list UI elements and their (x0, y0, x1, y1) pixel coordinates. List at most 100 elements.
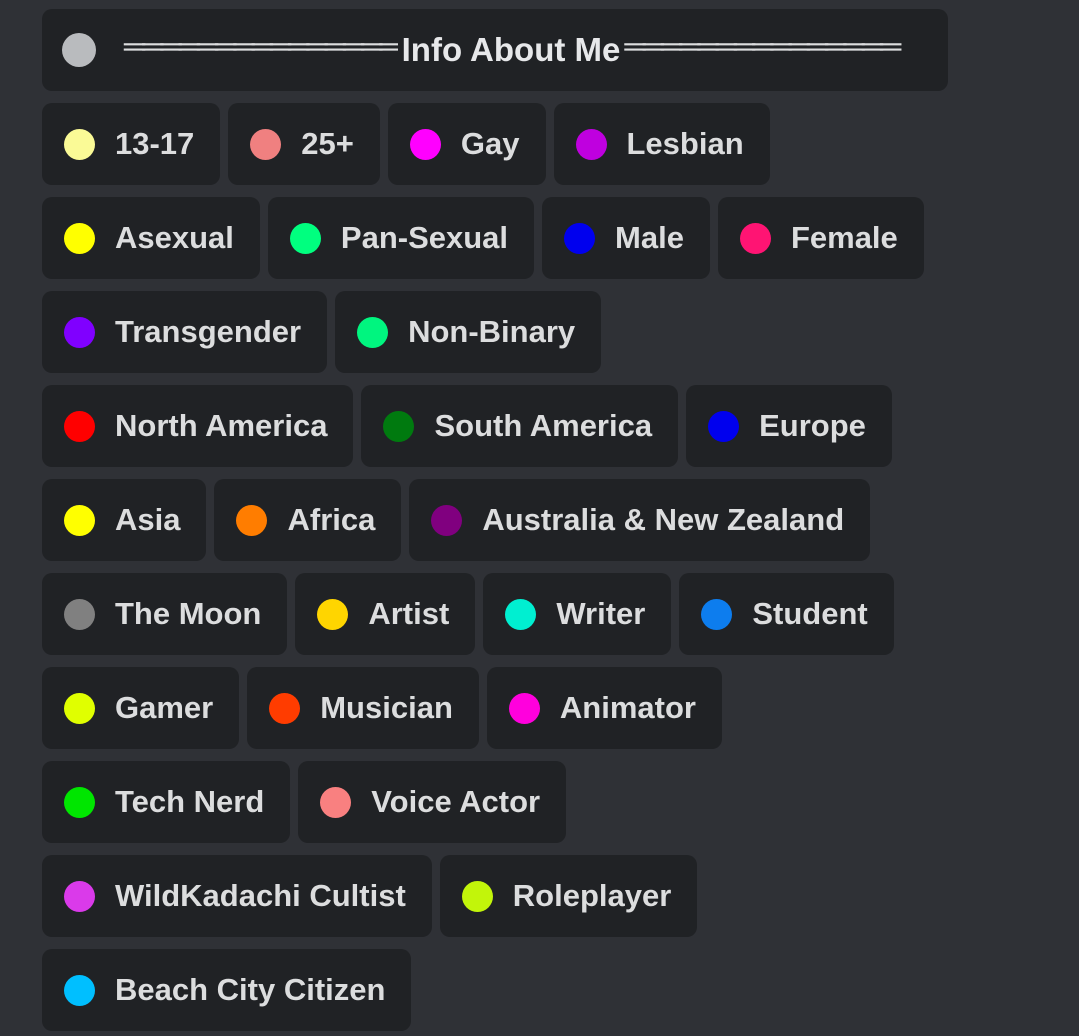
role-badge[interactable]: Pan-Sexual (267, 197, 535, 279)
role-badge[interactable]: Asia (42, 479, 207, 561)
role-badge[interactable]: Student (679, 573, 894, 655)
role-badge-label: Musician (320, 689, 453, 725)
panel-header: ═══════════════ Info About Me ══════════… (42, 9, 948, 91)
role-color-dot-icon (289, 222, 321, 254)
role-badge-label: Writer (556, 595, 646, 631)
role-badge[interactable]: Gamer (42, 667, 240, 749)
role-color-dot-icon (64, 128, 95, 160)
role-color-dot-icon (508, 692, 540, 724)
role-badge-label: Europe (759, 407, 866, 443)
badge-row: Tech Nerd Voice Actor (42, 761, 1079, 843)
role-badge[interactable]: Writer (483, 573, 672, 655)
page-title: Info About Me (401, 31, 621, 68)
info-about-me-panel: ═══════════════ Info About Me ══════════… (0, 0, 1079, 1031)
role-color-dot-icon (701, 598, 733, 630)
role-badge-label: Artist (368, 595, 450, 631)
header-status-dot (62, 33, 96, 67)
role-color-dot-icon (64, 974, 95, 1006)
badge-row: North America South America Europe (42, 385, 1079, 467)
role-color-dot-icon (64, 410, 95, 442)
role-color-dot-icon (739, 222, 771, 254)
role-badge[interactable]: WildKadachi Cultist (42, 855, 432, 937)
role-color-dot-icon (64, 786, 95, 818)
role-badge-label: The Moon (115, 595, 262, 631)
role-badge-label: 13-17 (115, 125, 195, 161)
badge-row: The Moon Artist Writer Student (42, 573, 1079, 655)
role-badge-label: Australia & New Zealand (482, 501, 845, 537)
role-badge[interactable]: Africa (214, 479, 402, 561)
role-color-dot-icon (64, 880, 95, 912)
role-badge[interactable]: Gay (387, 103, 546, 185)
role-badge-label: Asia (115, 501, 181, 537)
role-color-dot-icon (64, 316, 95, 348)
role-color-dot-icon (250, 128, 282, 160)
badge-row: Beach City Citizen (42, 949, 1079, 1031)
role-badge[interactable]: Tech Nerd (42, 761, 291, 843)
role-badge[interactable]: Roleplayer (439, 855, 698, 937)
role-badge[interactable]: 13-17 (42, 103, 221, 185)
role-badge[interactable]: Artist (295, 573, 476, 655)
role-badge-label: Tech Nerd (115, 783, 265, 819)
badge-row: Transgender Non-Binary (42, 291, 1079, 373)
role-color-dot-icon (64, 598, 95, 630)
role-color-dot-icon (64, 222, 95, 254)
role-color-dot-icon (431, 504, 463, 536)
role-badge[interactable]: Asexual (42, 197, 260, 279)
role-badge[interactable]: Lesbian (553, 103, 770, 185)
role-badge[interactable]: Europe (686, 385, 892, 467)
badge-row: Gamer Musician Animator (42, 667, 1079, 749)
role-badge[interactable]: North America (42, 385, 354, 467)
role-color-dot-icon (383, 410, 415, 442)
role-badge-label: Transgender (115, 313, 302, 349)
role-badge-label: Africa (287, 501, 376, 537)
role-color-dot-icon (505, 598, 537, 630)
badge-rows: 13-17 25+ Gay Lesbian Asexual Pan-Sexual Male F… (42, 103, 1079, 1031)
role-color-dot-icon (461, 880, 493, 912)
role-badge-label: Animator (559, 689, 696, 725)
role-color-dot-icon (317, 598, 349, 630)
role-color-dot-icon (708, 410, 740, 442)
role-badge-label: Non-Binary (408, 313, 576, 349)
role-badge-label: Gamer (115, 689, 214, 725)
role-badge-label: Voice Actor (371, 783, 541, 819)
header-rule-right: ═══════════════ (624, 32, 901, 62)
role-color-dot-icon (320, 786, 352, 818)
role-badge[interactable]: South America (361, 385, 679, 467)
role-badge-label: Male (615, 219, 684, 255)
role-badge-label: Student (752, 595, 868, 631)
role-badge[interactable]: Female (717, 197, 924, 279)
role-color-dot-icon (564, 222, 596, 254)
header-rule-left: ═══════════════ (123, 32, 398, 62)
badge-row: Asia Africa Australia & New Zealand (42, 479, 1079, 561)
role-badge[interactable]: Transgender (42, 291, 328, 373)
role-badge-label: Beach City Citizen (115, 971, 386, 1007)
role-badge-label: Pan-Sexual (340, 219, 509, 255)
role-color-dot-icon (575, 128, 607, 160)
role-badge[interactable]: Beach City Citizen (42, 949, 412, 1031)
role-badge[interactable]: 25+ (228, 103, 380, 185)
role-badge[interactable]: Animator (486, 667, 722, 749)
badge-row: 13-17 25+ Gay Lesbian (42, 103, 1079, 185)
role-badge-label: North America (115, 407, 328, 443)
header-title-wrap: ═══════════════ Info About Me ══════════… (96, 31, 926, 69)
role-badge-label: South America (434, 407, 653, 443)
badge-row: Asexual Pan-Sexual Male Female (42, 197, 1079, 279)
role-badge-label: Asexual (115, 219, 234, 255)
role-color-dot-icon (236, 504, 268, 536)
role-badge-label: Female (790, 219, 898, 255)
role-badge[interactable]: The Moon (42, 573, 288, 655)
role-color-dot-icon (269, 692, 301, 724)
role-badge-label: WildKadachi Cultist (115, 877, 406, 913)
role-badge[interactable]: Voice Actor (298, 761, 567, 843)
role-badge[interactable]: Musician (247, 667, 479, 749)
role-badge[interactable]: Australia & New Zealand (409, 479, 871, 561)
role-badge-label: Lesbian (626, 125, 744, 161)
role-color-dot-icon (64, 692, 95, 724)
role-badge-label: Gay (460, 125, 520, 161)
role-color-dot-icon (357, 316, 389, 348)
role-badge-label: 25+ (301, 125, 354, 161)
role-color-dot-icon (64, 504, 95, 536)
role-badge[interactable]: Non-Binary (335, 291, 602, 373)
badge-row: WildKadachi Cultist Roleplayer (42, 855, 1079, 937)
role-badge[interactable]: Male (542, 197, 710, 279)
